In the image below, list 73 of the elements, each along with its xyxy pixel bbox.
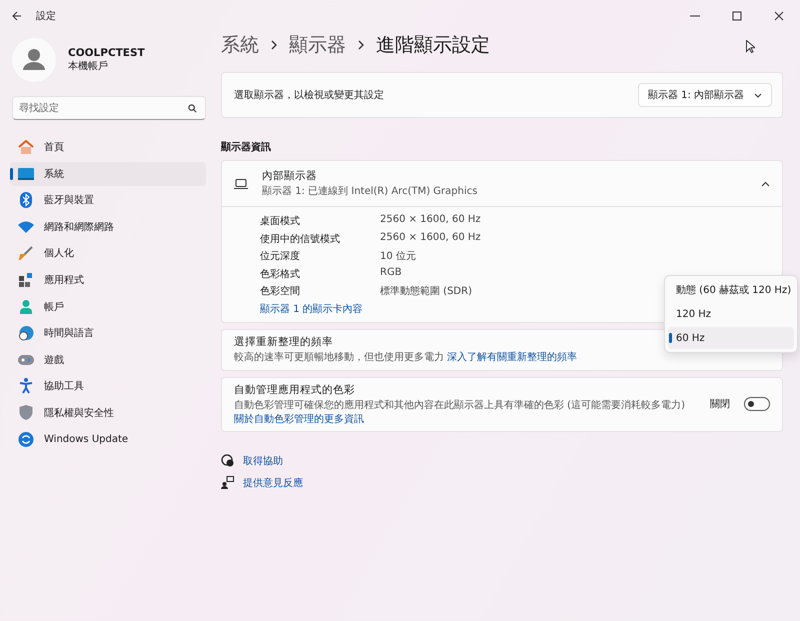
house-icon	[18, 140, 34, 154]
sync-icon	[18, 432, 34, 448]
account-name: COOLPCTEST	[68, 47, 145, 59]
wifi-icon	[18, 220, 34, 233]
back-arrow-icon[interactable]	[12, 11, 22, 21]
info-value: 2560 × 1600, 60 Hz	[380, 232, 481, 244]
globe-clock-icon	[18, 326, 34, 341]
setting-title: 選擇重新整理的頻率	[234, 335, 333, 349]
nav-item[interactable]: 系統	[10, 162, 206, 186]
nav-item[interactable]: 時間與語言	[10, 321, 206, 346]
nav-item[interactable]: 協助工具	[10, 374, 206, 398]
display-adapter-link[interactable]: 顯示器 1 的顯示卡內容	[260, 302, 363, 316]
maximize-icon[interactable]	[732, 11, 742, 21]
search-field[interactable]: 尋找設定	[12, 96, 206, 120]
section-title: 顯示器資訊	[221, 140, 272, 154]
toggle-label: 關閉	[710, 398, 730, 411]
info-label: 桌面模式	[260, 214, 300, 228]
chevron-down-icon	[754, 92, 762, 98]
window-title: 設定	[36, 10, 56, 23]
chevron-right-icon	[358, 40, 364, 50]
toggle-switch[interactable]	[744, 397, 770, 411]
help-link[interactable]: 提供意見反應	[243, 476, 303, 490]
display-dropdown[interactable]: 顯示器 1: 內部顯示器	[638, 83, 772, 107]
info-value: 10 位元	[380, 250, 416, 263]
info-label: 位元深度	[260, 250, 300, 263]
bluetooth-icon	[18, 192, 34, 208]
gamepad-icon	[18, 354, 34, 365]
info-label: 色彩格式	[260, 268, 300, 280]
nav-item[interactable]: Windows Update	[10, 428, 206, 452]
info-value: 2560 × 1600, 60 Hz	[380, 214, 481, 227]
feedback-icon	[221, 476, 234, 489]
setting-title: 自動管理應用程式的色彩	[234, 382, 355, 396]
help-chat-icon	[221, 454, 234, 467]
menu-option[interactable]: 120 Hz	[668, 303, 794, 325]
card-subtitle: 顯示器 1: 已連線到 Intel(R) Arc(TM) Graphics	[262, 184, 478, 198]
avatar-icon	[12, 38, 56, 82]
shield-icon	[18, 405, 34, 420]
nav-item[interactable]: 個人化	[10, 241, 206, 266]
accessibility-icon	[18, 378, 34, 394]
setting-description: 自動色彩管理可確保您的應用程式和其他內容在此顯示器上具有準確的色彩 (這可能需要消耗較多電力) 關於自動色彩管理的更多資訊	[234, 398, 686, 426]
paintbrush-icon	[18, 246, 34, 260]
info-value: 標準動態範圍 (SDR)	[380, 284, 472, 298]
menu-option[interactable]: 60 Hz	[668, 327, 794, 349]
nav-item[interactable]: 隱私權與安全性	[10, 400, 206, 425]
info-label: 色彩空間	[260, 284, 300, 298]
account-type: 本機帳戶	[68, 60, 109, 73]
info-label: 使用中的信號模式	[260, 232, 340, 246]
apps-icon	[18, 272, 34, 287]
person-icon	[18, 300, 34, 314]
menu-option[interactable]: 動態 (60 赫茲或 120 Hz)	[668, 279, 794, 301]
learn-more-link[interactable]: 深入了解有關重新整理的頻率	[447, 352, 578, 363]
laptop-icon	[234, 178, 248, 188]
learn-more-link[interactable]: 關於自動色彩管理的更多資訊	[234, 414, 364, 424]
nav-item[interactable]: 藍牙與裝置	[10, 188, 206, 212]
page-title: 進階顯示設定	[376, 33, 490, 58]
help-link[interactable]: 取得協助	[243, 454, 283, 468]
search-icon	[188, 104, 197, 113]
breadcrumb-link[interactable]: 顯示器	[289, 32, 346, 58]
nav-item[interactable]: 網路和網際網路	[10, 214, 206, 239]
close-icon[interactable]	[774, 11, 784, 21]
nav-item[interactable]: 遊戲	[10, 348, 206, 372]
chevron-right-icon	[271, 40, 277, 50]
nav-item[interactable]: 應用程式	[10, 268, 206, 292]
nav-item[interactable]: 帳戶	[10, 294, 206, 319]
setting-description: 較高的速率可更順暢地移動，但也使用更多電力 深入了解有關重新整理的頻率	[234, 350, 578, 364]
chevron-up-icon[interactable]	[761, 180, 770, 186]
monitor-icon	[18, 168, 34, 180]
info-value: RGB	[380, 266, 402, 280]
mouse-pointer-icon	[746, 40, 755, 53]
setting-label: 選取顯示器，以檢視或變更其設定	[234, 88, 384, 102]
card-title: 內部顯示器	[262, 169, 317, 183]
breadcrumb-link[interactable]: 系統	[221, 32, 259, 58]
nav-item[interactable]: 首頁	[10, 135, 206, 159]
